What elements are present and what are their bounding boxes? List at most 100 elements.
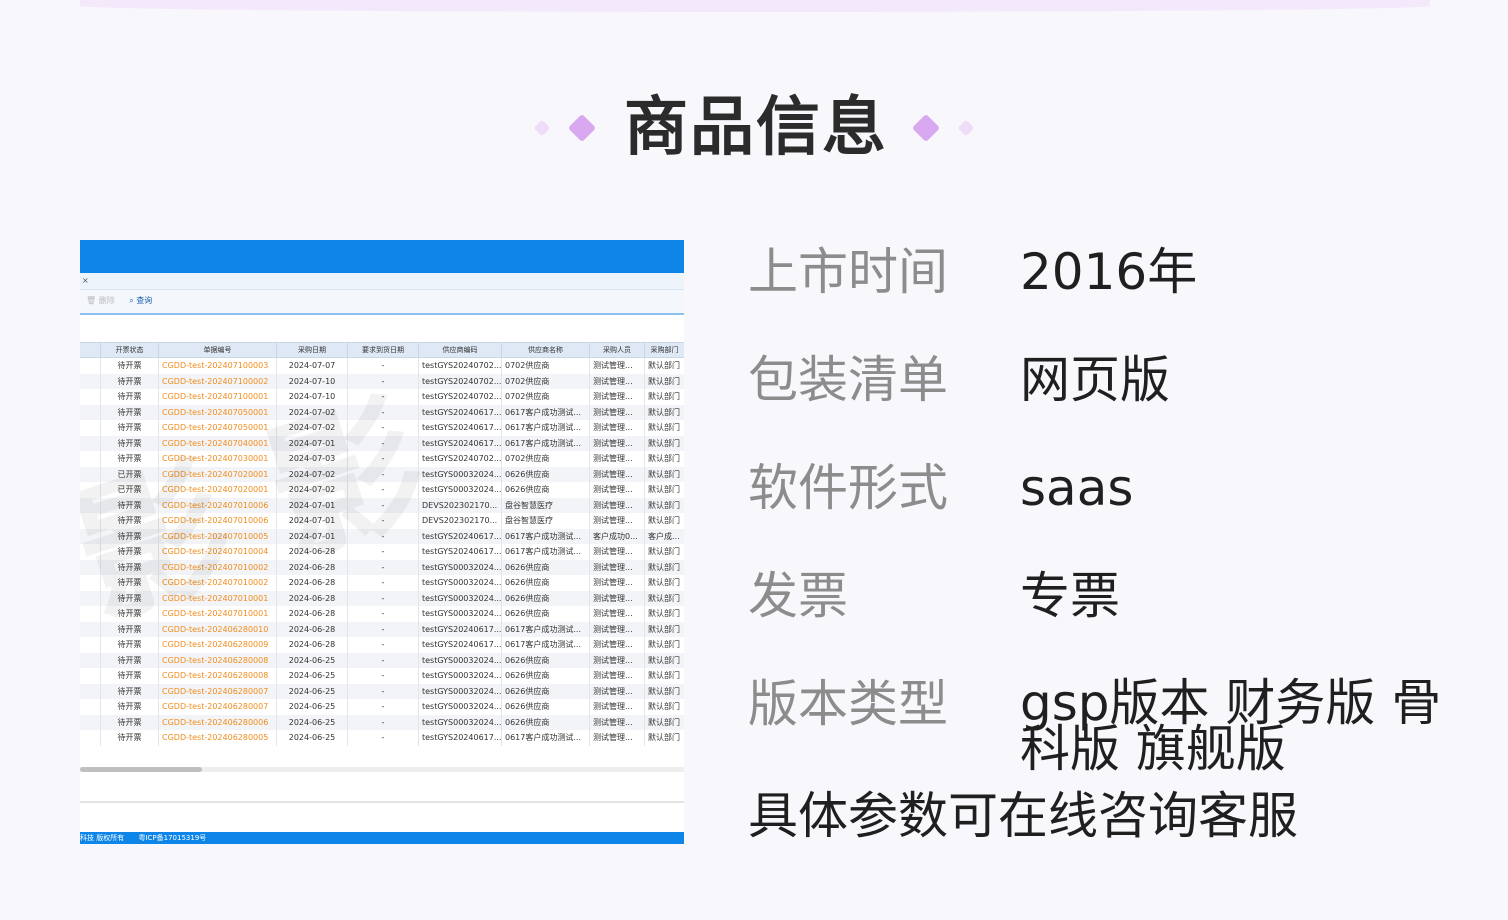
table-cell: 默认部门: [644, 730, 684, 746]
table-cell: 2024-07-01: [276, 528, 348, 544]
order-number-link[interactable]: CGDD-test-202406280005: [158, 730, 277, 746]
table-cell: -: [347, 637, 419, 653]
table-cell: testGYS20240617...: [418, 528, 502, 544]
order-number-link[interactable]: CGDD-test-202407010002: [158, 559, 277, 575]
table-cell: 2024-06-25: [276, 652, 348, 668]
order-number-link[interactable]: CGDD-test-202406280009: [158, 637, 277, 653]
row-edge-cell: [80, 652, 101, 668]
order-number-link[interactable]: CGDD-test-202407010002: [158, 575, 277, 591]
row-edge-cell: [80, 606, 101, 622]
diamond-small-left-icon: [533, 119, 551, 137]
column-header[interactable]: 采购日期: [276, 342, 348, 358]
table-cell: 0626供应商: [501, 714, 590, 730]
table-cell: testGYS20240702...: [418, 357, 502, 374]
order-number-link[interactable]: CGDD-test-202406280010: [158, 621, 277, 637]
order-number-link[interactable]: CGDD-test-202407010005: [158, 528, 277, 544]
column-header[interactable]: 供应商名称: [501, 342, 590, 358]
table-cell: 待开票: [100, 420, 159, 436]
order-number-link[interactable]: CGDD-test-202407100002: [158, 373, 277, 389]
table-cell: 待开票: [100, 621, 159, 637]
table-cell: -: [347, 357, 419, 374]
table-cell: 默认部门: [644, 420, 684, 436]
table-row[interactable]: 待开票 CGDD-test-202406280010 2024-06-28- test…: [80, 621, 684, 637]
table-row[interactable]: 待开票 CGDD-test-202407100003 2024-07-07- test…: [80, 357, 684, 374]
table-cell: 2024-06-25: [276, 699, 348, 715]
order-number-link[interactable]: CGDD-test-202407050001: [158, 420, 277, 436]
column-header[interactable]: [80, 342, 101, 358]
consult-note: 具体参数可在线咨询客服: [748, 787, 1298, 845]
query-button[interactable]: ⌕ 查询: [129, 296, 152, 305]
tab-close-icon[interactable]: ×: [82, 276, 89, 285]
order-number-link[interactable]: CGDD-test-202407100001: [158, 389, 277, 405]
column-header[interactable]: 开票状态: [100, 342, 159, 358]
order-number-link[interactable]: CGDD-test-202407050001: [158, 404, 277, 420]
table-row[interactable]: 待开票 CGDD-test-202407010002 2024-06-28- test…: [80, 575, 684, 591]
table-cell: DEVS202302170...: [418, 513, 502, 529]
table-row[interactable]: 待开票 CGDD-test-202407100001 2024-07-10- test…: [80, 389, 684, 405]
order-number-link[interactable]: CGDD-test-202407010001: [158, 590, 277, 606]
table-row[interactable]: 待开票 CGDD-test-202406280005 2024-06-25- test…: [80, 730, 684, 746]
column-header[interactable]: 供应商编码: [418, 342, 502, 358]
table-row[interactable]: 待开票 CGDD-test-202407030001 2024-07-03- test…: [80, 451, 684, 467]
table-row[interactable]: 已开票 CGDD-test-202407020001 2024-07-02- test…: [80, 482, 684, 498]
order-number-link[interactable]: CGDD-test-202407020001: [158, 482, 277, 498]
order-number-link[interactable]: CGDD-test-202407100003: [158, 357, 277, 374]
scrollbar-thumb[interactable]: [80, 767, 202, 772]
order-number-link[interactable]: CGDD-test-202407010004: [158, 544, 277, 560]
table-cell: 测试管理...: [589, 606, 645, 622]
table-row[interactable]: 待开票 CGDD-test-202407010004 2024-06-28- test…: [80, 544, 684, 560]
column-header[interactable]: 采购人员: [589, 342, 645, 358]
column-header[interactable]: 要求到货日期: [347, 342, 419, 358]
table-row[interactable]: 待开票 CGDD-test-202407050001 2024-07-02- test…: [80, 404, 684, 420]
table-cell: -: [347, 466, 419, 482]
table-row[interactable]: 待开票 CGDD-test-202406280008 2024-06-25- test…: [80, 668, 684, 684]
order-number-link[interactable]: CGDD-test-202406280006: [158, 714, 277, 730]
table-cell: 2024-07-01: [276, 513, 348, 529]
table-row[interactable]: 待开票 CGDD-test-202406280007 2024-06-25- test…: [80, 683, 684, 699]
footer-icp[interactable]: 粤ICP备17015319号: [138, 834, 206, 842]
column-header[interactable]: 采购部门: [644, 342, 684, 358]
horizontal-scrollbar[interactable]: [80, 767, 684, 772]
order-number-link[interactable]: CGDD-test-202407040001: [158, 435, 277, 451]
order-number-link[interactable]: CGDD-test-202407030001: [158, 451, 277, 467]
table-row[interactable]: 待开票 CGDD-test-202407010001 2024-06-28- test…: [80, 590, 684, 606]
table-cell: 测试管理...: [589, 575, 645, 591]
table-row[interactable]: 待开票 CGDD-test-202407010005 2024-07-01- test…: [80, 528, 684, 544]
table-cell: 测试管理...: [589, 435, 645, 451]
table-row[interactable]: 待开票 CGDD-test-202407010001 2024-06-28- test…: [80, 606, 684, 622]
order-number-link[interactable]: CGDD-test-202407010006: [158, 497, 277, 513]
table-cell: 待开票: [100, 544, 159, 560]
order-number-link[interactable]: CGDD-test-202406280007: [158, 683, 277, 699]
order-number-link[interactable]: CGDD-test-202406280008: [158, 652, 277, 668]
row-edge-cell: [80, 404, 101, 420]
table-row[interactable]: 待开票 CGDD-test-202406280008 2024-06-25- test…: [80, 652, 684, 668]
table-row[interactable]: 待开票 CGDD-test-202407010006 2024-07-01- DEVS…: [80, 513, 684, 529]
order-number-link[interactable]: CGDD-test-202406280008: [158, 668, 277, 684]
table-cell: 默认部门: [644, 373, 684, 389]
table-cell: 待开票: [100, 637, 159, 653]
toolbar: 🗑 删除 ⌕ 查询: [80, 290, 684, 315]
table-cell: 待开票: [100, 714, 159, 730]
order-number-link[interactable]: CGDD-test-202407020001: [158, 466, 277, 482]
table-cell: 已开票: [100, 482, 159, 498]
table-row[interactable]: 待开票 CGDD-test-202407100002 2024-07-10- test…: [80, 373, 684, 389]
table-cell: 2024-06-28: [276, 606, 348, 622]
delete-button[interactable]: 🗑 删除: [86, 296, 115, 305]
table-row[interactable]: 待开票 CGDD-test-202406280006 2024-06-25- test…: [80, 714, 684, 730]
table-row[interactable]: 待开票 CGDD-test-202406280007 2024-06-25- test…: [80, 699, 684, 715]
table-row[interactable]: 待开票 CGDD-test-202407010002 2024-06-28- test…: [80, 559, 684, 575]
table-row[interactable]: 已开票 CGDD-test-202407020001 2024-07-02- test…: [80, 466, 684, 482]
order-number-link[interactable]: CGDD-test-202407010006: [158, 513, 277, 529]
table-cell: 测试管理...: [589, 404, 645, 420]
table-cell: 默认部门: [644, 575, 684, 591]
order-number-link[interactable]: CGDD-test-202406280007: [158, 699, 277, 715]
row-edge-cell: [80, 668, 101, 684]
table-row[interactable]: 待开票 CGDD-test-202406280009 2024-06-28- test…: [80, 637, 684, 653]
row-edge-cell: [80, 389, 101, 405]
table-row[interactable]: 待开票 CGDD-test-202407050001 2024-07-02- test…: [80, 420, 684, 436]
order-number-link[interactable]: CGDD-test-202407010001: [158, 606, 277, 622]
column-header[interactable]: 单据编号: [158, 342, 277, 358]
table-row[interactable]: 待开票 CGDD-test-202407040001 2024-07-01- test…: [80, 435, 684, 451]
table-cell: 2024-07-02: [276, 404, 348, 420]
table-row[interactable]: 待开票 CGDD-test-202407010006 2024-07-01- DEVS…: [80, 497, 684, 513]
